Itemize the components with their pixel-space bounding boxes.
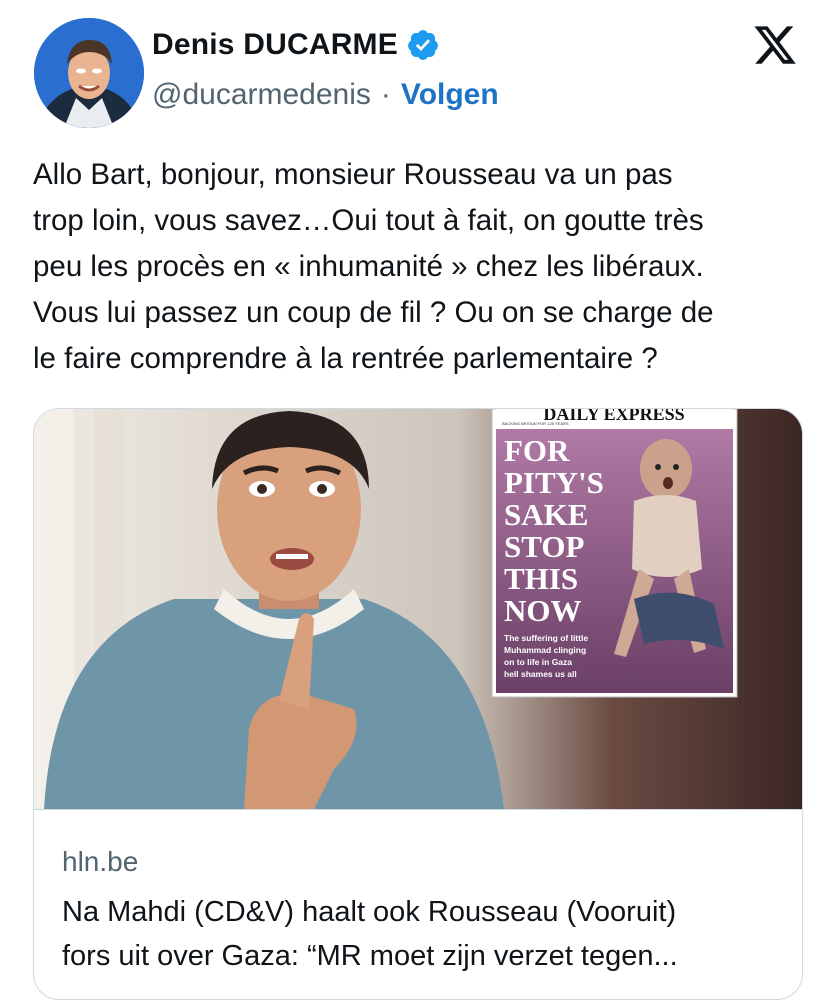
cover-subtext-line: on to life in Gaza	[504, 657, 572, 667]
cover-headline-line: NOW	[504, 593, 582, 628]
tweet-text: Allo Bart, bonjour, monsieur Rousseau va…	[33, 152, 813, 382]
cover-headline-line: THIS	[504, 561, 578, 596]
x-logo-icon[interactable]	[752, 22, 798, 68]
author-name-row: Denis DUCARME	[152, 28, 440, 62]
link-preview-card[interactable]: DAILY EXPRESS BACKING BRITAIN FOR 125 YE…	[33, 408, 803, 1000]
author-display-name[interactable]: Denis DUCARME	[152, 28, 398, 62]
cover-subtext-line: Muhammad clinging	[504, 645, 586, 655]
cover-headline-line: SAKE	[504, 497, 588, 532]
tweet-text-line: Allo Bart, bonjour, monsieur Rousseau va…	[33, 158, 673, 191]
newspaper-tagline: BACKING BRITAIN FOR 125 YEARS	[502, 421, 569, 426]
tweet-text-line: peu les procès en « inhumanité » chez le…	[33, 250, 704, 283]
handle-separator: ·	[380, 78, 391, 111]
link-preview-image[interactable]: DAILY EXPRESS BACKING BRITAIN FOR 125 YE…	[34, 409, 802, 809]
link-preview-footer[interactable]: hln.be Na Mahdi (CD&V) haalt ook Roussea…	[34, 809, 802, 999]
avatar-image	[34, 18, 144, 128]
link-headline: Na Mahdi (CD&V) haalt ook Rousseau (Voor…	[62, 890, 792, 978]
tweet-text-line: le faire comprendre à la rentrée parleme…	[33, 342, 658, 375]
verified-badge-icon	[408, 30, 438, 60]
cover-subtext-line: hell shames us all	[504, 669, 577, 679]
author-avatar[interactable]	[34, 18, 144, 128]
cover-headline-line: FOR	[504, 433, 570, 468]
author-handle-row: @ducarmedenis · Volgen	[152, 78, 499, 112]
cover-subtext-line: The suffering of little	[504, 633, 588, 643]
tweet-text-line: trop loin, vous savez…Oui tout à fait, o…	[33, 204, 704, 237]
tweet-text-line: Vous lui passez un coup de fil ? Ou on s…	[33, 296, 714, 329]
follow-button[interactable]: Volgen	[401, 78, 499, 112]
link-headline-line: fors uit over Gaza: “MR moet zijn verzet…	[62, 940, 678, 972]
cover-headline-line: PITY'S	[504, 465, 604, 500]
link-headline-line: Na Mahdi (CD&V) haalt ook Rousseau (Voor…	[62, 896, 677, 928]
link-domain: hln.be	[62, 846, 139, 877]
tweet-header: Denis DUCARME @ducarmedenis · Volgen	[0, 0, 837, 140]
cover-headline-line: STOP	[504, 529, 584, 564]
card-photo: DAILY EXPRESS BACKING BRITAIN FOR 125 YE…	[34, 409, 802, 809]
author-handle[interactable]: @ducarmedenis	[152, 78, 371, 112]
newspaper-cover: DAILY EXPRESS BACKING BRITAIN FOR 125 YE…	[491, 409, 738, 698]
